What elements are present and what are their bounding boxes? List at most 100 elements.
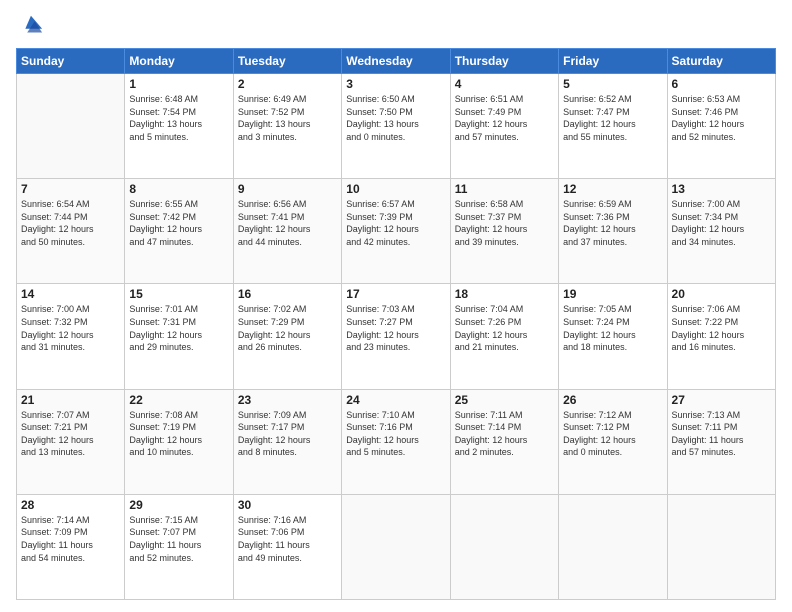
day-info: Sunrise: 7:12 AM Sunset: 7:12 PM Dayligh… [563, 409, 662, 459]
day-info: Sunrise: 6:59 AM Sunset: 7:36 PM Dayligh… [563, 198, 662, 248]
calendar-week-row: 1 Sunrise: 6:48 AM Sunset: 7:54 PM Daylig… [17, 74, 776, 179]
logo [16, 12, 48, 40]
calendar-cell: 19 Sunrise: 7:05 AM Sunset: 7:24 PM Dayli… [559, 284, 667, 389]
weekday-header: Sunday [17, 49, 125, 74]
day-info: Sunrise: 7:16 AM Sunset: 7:06 PM Dayligh… [238, 514, 337, 564]
day-number: 28 [21, 498, 120, 512]
calendar-week-row: 7Sunrise: 6:54 AM Sunset: 7:44 PM Daylig… [17, 179, 776, 284]
calendar-cell: 21 Sunrise: 7:07 AM Sunset: 7:21 PM Dayli… [17, 389, 125, 494]
day-info: Sunrise: 7:14 AM Sunset: 7:09 PM Dayligh… [21, 514, 120, 564]
calendar-cell: 22 Sunrise: 7:08 AM Sunset: 7:19 PM Dayli… [125, 389, 233, 494]
calendar-cell: 4 Sunrise: 6:51 AM Sunset: 7:49 PM Daylig… [450, 74, 558, 179]
calendar-cell: 6Sunrise: 6:53 AM Sunset: 7:46 PM Daylig… [667, 74, 775, 179]
weekday-header: Friday [559, 49, 667, 74]
calendar-cell: 18 Sunrise: 7:04 AM Sunset: 7:26 PM Dayli… [450, 284, 558, 389]
day-info: Sunrise: 7:13 AM Sunset: 7:11 PM Dayligh… [672, 409, 771, 459]
day-info: Sunrise: 6:57 AM Sunset: 7:39 PM Dayligh… [346, 198, 445, 248]
day-info: Sunrise: 7:04 AM Sunset: 7:26 PM Dayligh… [455, 303, 554, 353]
day-info: Sunrise: 7:09 AM Sunset: 7:17 PM Dayligh… [238, 409, 337, 459]
day-info: Sunrise: 7:11 AM Sunset: 7:14 PM Dayligh… [455, 409, 554, 459]
day-number: 8 [129, 182, 228, 196]
calendar-cell: 2 Sunrise: 6:49 AM Sunset: 7:52 PM Daylig… [233, 74, 341, 179]
day-number: 2 [238, 77, 337, 91]
day-info: Sunrise: 7:00 AM Sunset: 7:34 PM Dayligh… [672, 198, 771, 248]
weekday-header: Wednesday [342, 49, 450, 74]
day-number: 4 [455, 77, 554, 91]
day-number: 1 [129, 77, 228, 91]
day-number: 25 [455, 393, 554, 407]
day-info: Sunrise: 6:51 AM Sunset: 7:49 PM Dayligh… [455, 93, 554, 143]
calendar-cell: 17Sunrise: 7:03 AM Sunset: 7:27 PM Dayli… [342, 284, 450, 389]
day-info: Sunrise: 6:48 AM Sunset: 7:54 PM Dayligh… [129, 93, 228, 143]
page: SundayMondayTuesdayWednesdayThursdayFrid… [0, 0, 792, 612]
calendar-cell: 12 Sunrise: 6:59 AM Sunset: 7:36 PM Dayli… [559, 179, 667, 284]
day-number: 12 [563, 182, 662, 196]
calendar-week-row: 21 Sunrise: 7:07 AM Sunset: 7:21 PM Dayli… [17, 389, 776, 494]
calendar-cell [559, 494, 667, 599]
logo-icon [16, 12, 44, 40]
day-info: Sunrise: 7:15 AM Sunset: 7:07 PM Dayligh… [129, 514, 228, 564]
calendar-cell: 15 Sunrise: 7:01 AM Sunset: 7:31 PM Dayli… [125, 284, 233, 389]
calendar-cell: 20 Sunrise: 7:06 AM Sunset: 7:22 PM Dayli… [667, 284, 775, 389]
day-number: 26 [563, 393, 662, 407]
day-number: 21 [21, 393, 120, 407]
calendar-header-row: SundayMondayTuesdayWednesdayThursdayFrid… [17, 49, 776, 74]
calendar-cell: 23Sunrise: 7:09 AM Sunset: 7:17 PM Dayli… [233, 389, 341, 494]
calendar-cell: 16 Sunrise: 7:02 AM Sunset: 7:29 PM Dayli… [233, 284, 341, 389]
calendar-cell: 27 Sunrise: 7:13 AM Sunset: 7:11 PM Dayli… [667, 389, 775, 494]
day-info: Sunrise: 6:56 AM Sunset: 7:41 PM Dayligh… [238, 198, 337, 248]
calendar-cell: 7Sunrise: 6:54 AM Sunset: 7:44 PM Daylig… [17, 179, 125, 284]
day-info: Sunrise: 7:06 AM Sunset: 7:22 PM Dayligh… [672, 303, 771, 353]
day-number: 16 [238, 287, 337, 301]
calendar-cell: 1 Sunrise: 6:48 AM Sunset: 7:54 PM Daylig… [125, 74, 233, 179]
calendar-cell [450, 494, 558, 599]
day-number: 24 [346, 393, 445, 407]
calendar-cell: 26 Sunrise: 7:12 AM Sunset: 7:12 PM Dayli… [559, 389, 667, 494]
calendar-cell: 29 Sunrise: 7:15 AM Sunset: 7:07 PM Dayli… [125, 494, 233, 599]
day-number: 15 [129, 287, 228, 301]
day-number: 19 [563, 287, 662, 301]
day-info: Sunrise: 7:03 AM Sunset: 7:27 PM Dayligh… [346, 303, 445, 353]
day-number: 14 [21, 287, 120, 301]
calendar-cell: 28 Sunrise: 7:14 AM Sunset: 7:09 PM Dayli… [17, 494, 125, 599]
day-info: Sunrise: 7:08 AM Sunset: 7:19 PM Dayligh… [129, 409, 228, 459]
day-info: Sunrise: 7:00 AM Sunset: 7:32 PM Dayligh… [21, 303, 120, 353]
day-number: 10 [346, 182, 445, 196]
day-info: Sunrise: 6:52 AM Sunset: 7:47 PM Dayligh… [563, 93, 662, 143]
calendar-cell: 10 Sunrise: 6:57 AM Sunset: 7:39 PM Dayli… [342, 179, 450, 284]
header [16, 12, 776, 40]
weekday-header: Thursday [450, 49, 558, 74]
day-number: 20 [672, 287, 771, 301]
calendar-cell: 14 Sunrise: 7:00 AM Sunset: 7:32 PM Dayli… [17, 284, 125, 389]
weekday-header: Saturday [667, 49, 775, 74]
day-info: Sunrise: 6:53 AM Sunset: 7:46 PM Dayligh… [672, 93, 771, 143]
day-info: Sunrise: 7:01 AM Sunset: 7:31 PM Dayligh… [129, 303, 228, 353]
day-number: 18 [455, 287, 554, 301]
calendar-week-row: 28 Sunrise: 7:14 AM Sunset: 7:09 PM Dayli… [17, 494, 776, 599]
calendar-cell: 25 Sunrise: 7:11 AM Sunset: 7:14 PM Dayli… [450, 389, 558, 494]
calendar-table: SundayMondayTuesdayWednesdayThursdayFrid… [16, 48, 776, 600]
day-info: Sunrise: 7:05 AM Sunset: 7:24 PM Dayligh… [563, 303, 662, 353]
day-info: Sunrise: 7:07 AM Sunset: 7:21 PM Dayligh… [21, 409, 120, 459]
day-number: 27 [672, 393, 771, 407]
day-number: 3 [346, 77, 445, 91]
day-info: Sunrise: 6:49 AM Sunset: 7:52 PM Dayligh… [238, 93, 337, 143]
weekday-header: Tuesday [233, 49, 341, 74]
day-number: 5 [563, 77, 662, 91]
day-info: Sunrise: 7:02 AM Sunset: 7:29 PM Dayligh… [238, 303, 337, 353]
calendar-cell: 11 Sunrise: 6:58 AM Sunset: 7:37 PM Dayli… [450, 179, 558, 284]
day-number: 7 [21, 182, 120, 196]
day-number: 29 [129, 498, 228, 512]
day-info: Sunrise: 6:50 AM Sunset: 7:50 PM Dayligh… [346, 93, 445, 143]
day-number: 11 [455, 182, 554, 196]
day-number: 22 [129, 393, 228, 407]
calendar-cell [342, 494, 450, 599]
calendar-cell: 13Sunrise: 7:00 AM Sunset: 7:34 PM Dayli… [667, 179, 775, 284]
calendar-week-row: 14 Sunrise: 7:00 AM Sunset: 7:32 PM Dayli… [17, 284, 776, 389]
day-info: Sunrise: 6:55 AM Sunset: 7:42 PM Dayligh… [129, 198, 228, 248]
weekday-header: Monday [125, 49, 233, 74]
calendar-cell: 5 Sunrise: 6:52 AM Sunset: 7:47 PM Daylig… [559, 74, 667, 179]
day-number: 30 [238, 498, 337, 512]
day-number: 9 [238, 182, 337, 196]
day-info: Sunrise: 6:58 AM Sunset: 7:37 PM Dayligh… [455, 198, 554, 248]
